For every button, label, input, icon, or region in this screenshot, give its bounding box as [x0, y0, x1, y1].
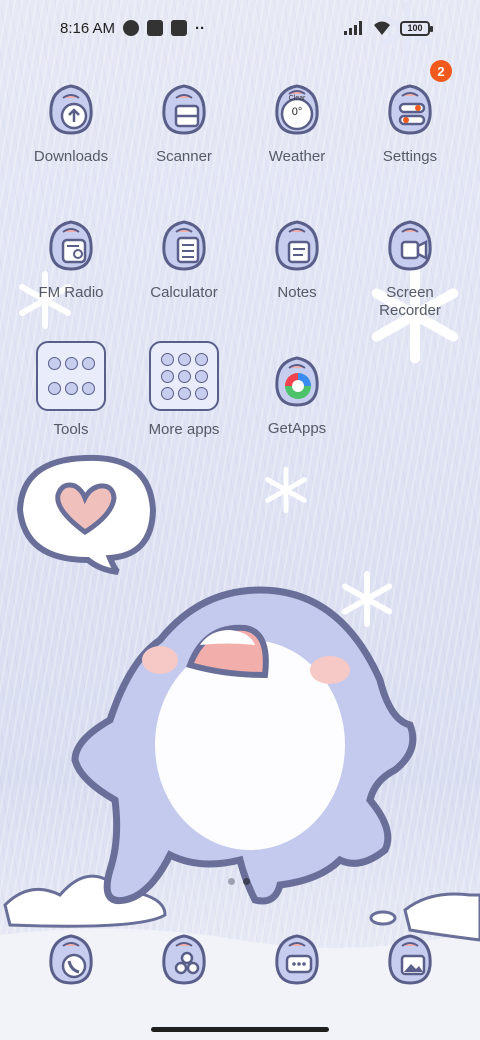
status-bar: 8:16 AM ·· 100 — [0, 0, 480, 56]
more-dots-icon: ·· — [195, 19, 206, 37]
app-getapps[interactable]: GetApps — [241, 350, 353, 438]
app-weather[interactable]: Clear 0° Weather — [241, 78, 353, 166]
settings-icon — [380, 78, 440, 138]
notification-square-icon — [147, 20, 164, 36]
app-label: Notes — [277, 284, 317, 301]
app-label: More apps — [148, 421, 220, 438]
screen-recorder-icon — [380, 214, 440, 274]
download-icon — [41, 78, 101, 138]
mini-app-icon — [194, 369, 208, 383]
app-label: Weather — [268, 148, 326, 165]
app-label: Calculator — [150, 284, 218, 301]
mini-app-icon — [160, 386, 174, 400]
mini-app-icon — [47, 356, 61, 370]
heart-speech-bubble — [16, 454, 157, 575]
weather-icon: Clear 0° — [267, 78, 327, 138]
notes-icon — [267, 214, 327, 274]
folder-icon — [36, 341, 106, 411]
snowflake-decoration — [265, 466, 307, 514]
getapps-icon — [267, 350, 327, 410]
app-screen-recorder[interactable]: Screen Recorder — [354, 214, 466, 320]
mini-app-icon — [194, 386, 208, 400]
status-right: 100 — [344, 20, 433, 36]
folder-icon — [149, 341, 219, 411]
dock-share[interactable] — [128, 928, 240, 988]
upload-icon — [171, 20, 188, 36]
app-fm-radio[interactable]: FM Radio — [15, 214, 127, 302]
status-left: 8:16 AM ·· — [60, 20, 205, 37]
mini-app-icon — [81, 356, 95, 370]
signal-icon — [344, 21, 362, 35]
home-gesture-bar[interactable] — [151, 1027, 329, 1032]
mini-app-icon — [177, 369, 191, 383]
app-label: Scanner — [156, 148, 212, 165]
app-label: Tools — [53, 421, 89, 438]
app-notes[interactable]: Notes — [241, 214, 353, 302]
weather-temperature: 0° — [291, 106, 303, 118]
notification-badge: 2 — [430, 60, 452, 82]
messages-icon — [267, 928, 327, 988]
app-calculator[interactable]: Calculator — [128, 214, 240, 302]
battery-icon: 100 — [400, 20, 433, 36]
share-icon — [154, 928, 214, 988]
folder-tools[interactable]: Tools — [15, 341, 127, 439]
radio-icon — [41, 214, 101, 274]
app-scanner[interactable]: Scanner — [128, 78, 240, 166]
phone-icon — [41, 928, 101, 988]
dock-gallery[interactable] — [354, 928, 466, 988]
scanner-icon — [154, 78, 214, 138]
mini-app-icon — [160, 352, 174, 366]
battery-level: 100 — [407, 23, 423, 33]
app-downloads[interactable]: Downloads — [15, 78, 127, 166]
folder-more-apps[interactable]: More apps — [128, 341, 240, 439]
dock-messages[interactable] — [241, 928, 353, 988]
shark-character — [71, 586, 417, 905]
mini-app-icon — [64, 382, 78, 396]
mini-app-icon — [177, 386, 191, 400]
mini-app-icon — [194, 352, 208, 366]
app-label: Downloads — [33, 148, 109, 165]
gallery-icon — [380, 928, 440, 988]
page-indicator[interactable] — [228, 878, 250, 885]
dock-phone[interactable] — [15, 928, 127, 988]
app-label: GetApps — [267, 420, 327, 437]
app-label: Screen Recorder — [379, 284, 441, 319]
wifi-icon — [374, 21, 390, 35]
page-dot-active[interactable] — [243, 878, 250, 885]
mini-app-icon — [47, 382, 61, 396]
app-settings[interactable]: Settings — [354, 78, 466, 166]
mini-app-icon — [160, 369, 174, 383]
snowflake-decoration — [341, 570, 393, 628]
page-dot[interactable] — [228, 878, 235, 885]
mini-app-icon — [64, 356, 78, 370]
mini-app-icon — [177, 352, 191, 366]
app-label: Settings — [382, 148, 438, 165]
mini-app-icon — [81, 382, 95, 396]
weather-condition: Clear — [288, 95, 306, 102]
calculator-icon — [154, 214, 214, 274]
clock: 8:16 AM — [60, 19, 116, 37]
app-label: FM Radio — [38, 284, 104, 301]
data-saver-icon — [123, 20, 140, 36]
